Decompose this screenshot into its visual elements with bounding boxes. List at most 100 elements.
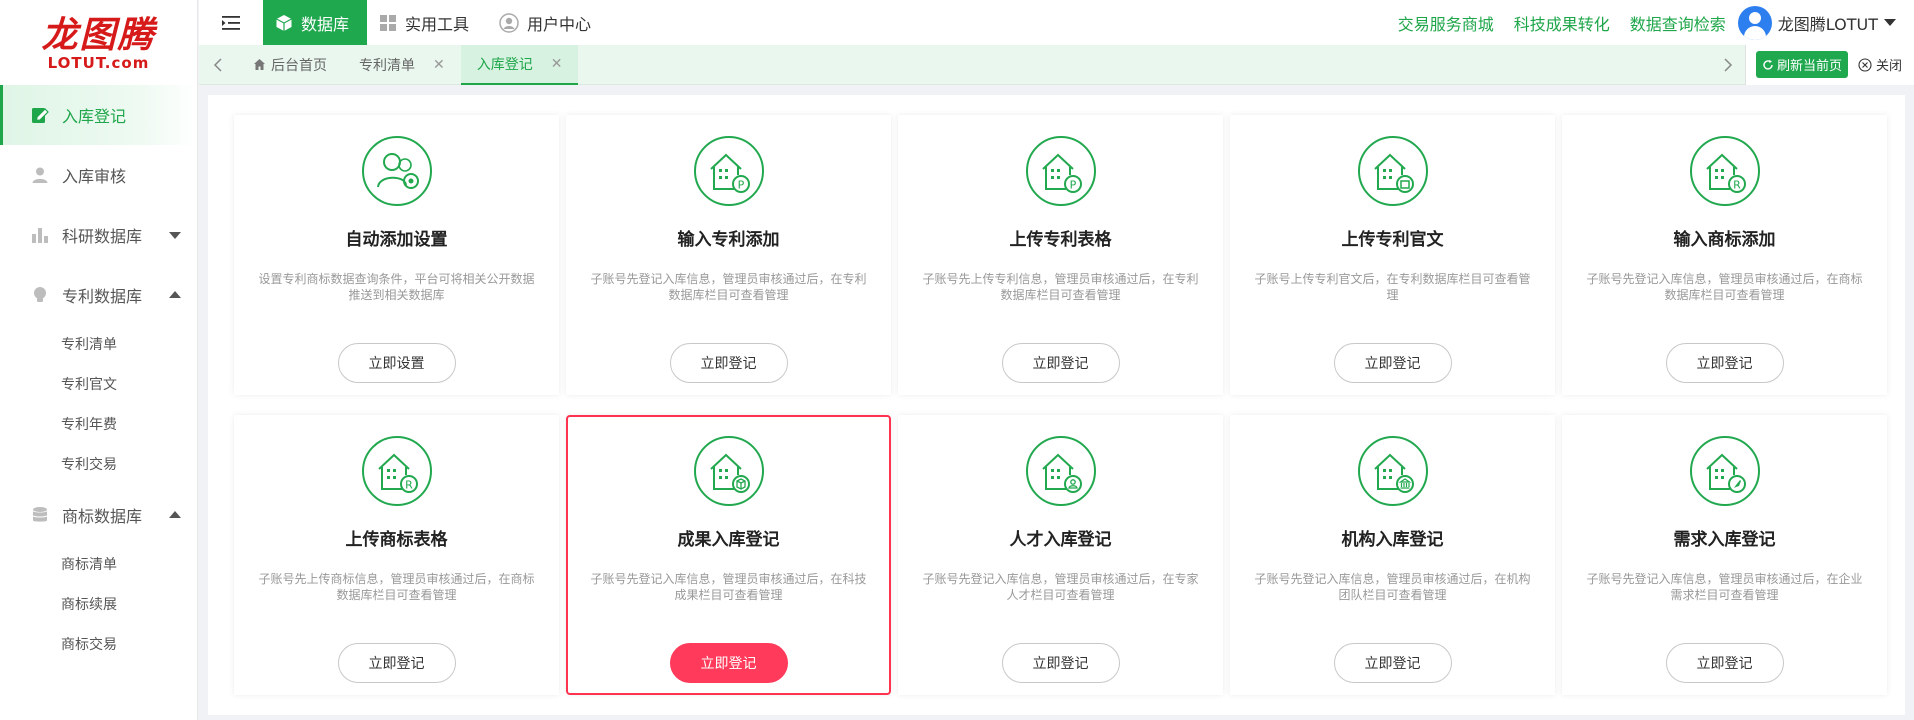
svg-text:R: R	[405, 479, 413, 492]
card-upload-trademark-table: R 上传商标表格 子账号先上传商标信息，管理员审核通过后，在商标数据库栏目可查看…	[234, 415, 559, 695]
card-title: 人才入库登记	[1009, 530, 1112, 550]
sidebar-item-register[interactable]: 入库登记	[0, 85, 197, 145]
link-trade-mall[interactable]: 交易服务商城	[1398, 11, 1494, 35]
close-label: 关闭	[1875, 59, 1902, 74]
chevron-down-icon	[169, 232, 181, 239]
user-menu[interactable]: 龙图腾LOTUT	[1737, 5, 1896, 40]
svg-text:R: R	[1733, 179, 1741, 192]
bulb-icon	[30, 285, 50, 305]
card-title: 自动添加设置	[345, 230, 448, 250]
building-person-icon	[1025, 436, 1096, 506]
chevron-left-icon	[213, 57, 222, 72]
close-tab-button[interactable]: 关闭	[1858, 55, 1902, 74]
tab-home[interactable]: 后台首页	[237, 45, 343, 85]
card-desc: 子账号先登记入库信息，管理员审核通过后，在企业需求栏目可查看管理	[1586, 572, 1863, 602]
user-review-icon	[30, 165, 50, 185]
sidebar-item-label: 入库登记	[62, 107, 127, 126]
sidebar-subitem-patent-docs[interactable]: 专利官文	[0, 365, 197, 405]
sidebar-subitem-trademark-trade[interactable]: 商标交易	[0, 625, 197, 665]
close-icon[interactable]: ✕	[551, 56, 563, 72]
building-institution-icon	[1357, 436, 1428, 506]
sidebar-subitem-trademark-renew[interactable]: 商标续展	[0, 585, 197, 625]
card-desc: 子账号先上传专利信息，管理员审核通过后，在专利数据库栏目可查看管理	[922, 272, 1199, 302]
card-auto-add-settings: 自动添加设置 设置专利商标数据查询条件，平台可将相关公开数据推送到相关数据库 立…	[234, 115, 559, 395]
tab-label: 后台首页	[271, 57, 327, 74]
sidebar: 龙图腾 LOTUT.com 入库登记 入库审核 科研数据库 专利数据库 专利清单…	[0, 0, 198, 720]
card-title: 上传商标表格	[345, 530, 448, 550]
sidebar-item-label: 专利数据库	[62, 287, 143, 306]
card-action-button[interactable]: 立即登记	[1001, 343, 1120, 383]
sidebar-subitem-patent-fee[interactable]: 专利年费	[0, 405, 197, 445]
refresh-page-button[interactable]: 刷新当前页	[1755, 51, 1848, 78]
card-action-button[interactable]: 立即登记	[1333, 343, 1452, 383]
chevron-up-icon	[169, 511, 181, 518]
building-trademark-icon: R	[1689, 136, 1760, 206]
card-action-button[interactable]: 立即设置	[337, 343, 456, 383]
card-desc: 子账号先登记入库信息，管理员审核通过后，在专利数据库栏目可查看管理	[590, 272, 867, 302]
card-title: 需求入库登记	[1673, 530, 1776, 550]
sidebar-item-label: 商标数据库	[62, 507, 143, 526]
top-header: 数据库 实用工具 用户中心 交易服务商城 科技成果转化 数据查询检索 龙图腾LO…	[199, 0, 1914, 45]
close-icon[interactable]: ✕	[433, 57, 445, 73]
user-circle-icon	[499, 12, 519, 33]
card-input-trademark: R 输入商标添加 子账号先登记入库信息，管理员审核通过后，在商标数据库栏目可查看…	[1562, 115, 1887, 395]
sidebar-subitem-patent-list[interactable]: 专利清单	[0, 325, 197, 365]
card-desc: 子账号先登记入库信息，管理员审核通过后，在专家人才栏目可查看管理	[922, 572, 1199, 602]
nav-user-center[interactable]: 用户中心	[487, 0, 609, 45]
link-data-search[interactable]: 数据查询检索	[1630, 11, 1726, 35]
sidebar-subitem-trademark-list[interactable]: 商标清单	[0, 545, 197, 585]
card-title: 成果入库登记	[677, 530, 780, 550]
card-desc: 子账号先上传商标信息，管理员审核通过后，在商标数据库栏目可查看管理	[258, 572, 535, 602]
refresh-icon	[1762, 59, 1774, 71]
username: 龙图腾LOTUT	[1777, 14, 1878, 34]
tab-label: 专利清单	[359, 57, 415, 74]
card-institution-register: 机构入库登记 子账号先登记入库信息，管理员审核通过后，在机构团队栏目可查看管理 …	[1230, 415, 1555, 695]
building-document-icon	[1357, 136, 1428, 206]
sidebar-item-trademark-db[interactable]: 商标数据库	[0, 485, 197, 545]
card-desc: 子账号上传专利官文后，在专利数据库栏目可查看管理	[1254, 272, 1531, 302]
nav-label: 数据库	[301, 14, 350, 34]
tab-patent-list[interactable]: 专利清单 ✕	[343, 45, 461, 85]
edit-register-icon	[30, 105, 50, 125]
logo-sub-text: LOTUT.com	[47, 53, 150, 72]
card-action-button[interactable]: 立即登记	[1001, 643, 1120, 683]
logo-main-text: 龙图腾	[41, 13, 156, 56]
menu-fold-icon	[222, 15, 240, 30]
tabs-scroll-right-button[interactable]	[1711, 45, 1745, 85]
nav-label: 用户中心	[527, 14, 592, 34]
chevron-down-icon	[1884, 19, 1896, 26]
logo[interactable]: 龙图腾 LOTUT.com	[0, 0, 197, 85]
card-title: 输入专利添加	[677, 230, 780, 250]
sidebar-item-patent-db[interactable]: 专利数据库	[0, 265, 197, 325]
nav-database[interactable]: 数据库	[263, 0, 368, 45]
card-title: 上传专利表格	[1009, 230, 1112, 250]
building-box-icon	[693, 436, 764, 506]
card-desc: 子账号先登记入库信息，管理员审核通过后，在机构团队栏目可查看管理	[1254, 572, 1531, 602]
tabs-right: 刷新当前页 关闭	[1711, 44, 1914, 85]
bar-chart-icon	[30, 225, 50, 245]
card-action-button[interactable]: 立即登记	[669, 643, 788, 683]
link-tech-transfer[interactable]: 科技成果转化	[1514, 11, 1610, 35]
header-right: 交易服务商城 科技成果转化 数据查询检索 龙图腾LOTUT	[1378, 0, 1914, 45]
card-title: 输入商标添加	[1673, 230, 1776, 250]
nav-tools[interactable]: 实用工具	[367, 0, 487, 45]
tab-register[interactable]: 入库登记 ✕	[460, 44, 579, 85]
sidebar-item-research-db[interactable]: 科研数据库	[0, 205, 197, 265]
card-title: 机构入库登记	[1341, 530, 1444, 550]
building-patent-upload-icon: P	[1025, 136, 1096, 206]
card-action-button[interactable]: 立即登记	[1665, 343, 1784, 383]
main-content: 自动添加设置 设置专利商标数据查询条件，平台可将相关公开数据推送到相关数据库 立…	[208, 95, 1905, 715]
card-action-button[interactable]: 立即登记	[1665, 643, 1784, 683]
sidebar-item-label: 科研数据库	[62, 227, 143, 246]
sidebar-item-review[interactable]: 入库审核	[0, 145, 197, 205]
grid-icon	[379, 14, 397, 32]
card-desc: 设置专利商标数据查询条件，平台可将相关公开数据推送到相关数据库	[258, 272, 535, 302]
avatar	[1737, 5, 1772, 40]
menu-toggle-button[interactable]	[199, 0, 263, 45]
card-action-button[interactable]: 立即登记	[669, 343, 788, 383]
tabs-scroll-left-button[interactable]	[199, 45, 237, 85]
card-action-button[interactable]: 立即登记	[337, 643, 456, 683]
card-action-button[interactable]: 立即登记	[1333, 643, 1452, 683]
refresh-label: 刷新当前页	[1776, 59, 1842, 74]
sidebar-subitem-patent-trade[interactable]: 专利交易	[0, 445, 197, 485]
